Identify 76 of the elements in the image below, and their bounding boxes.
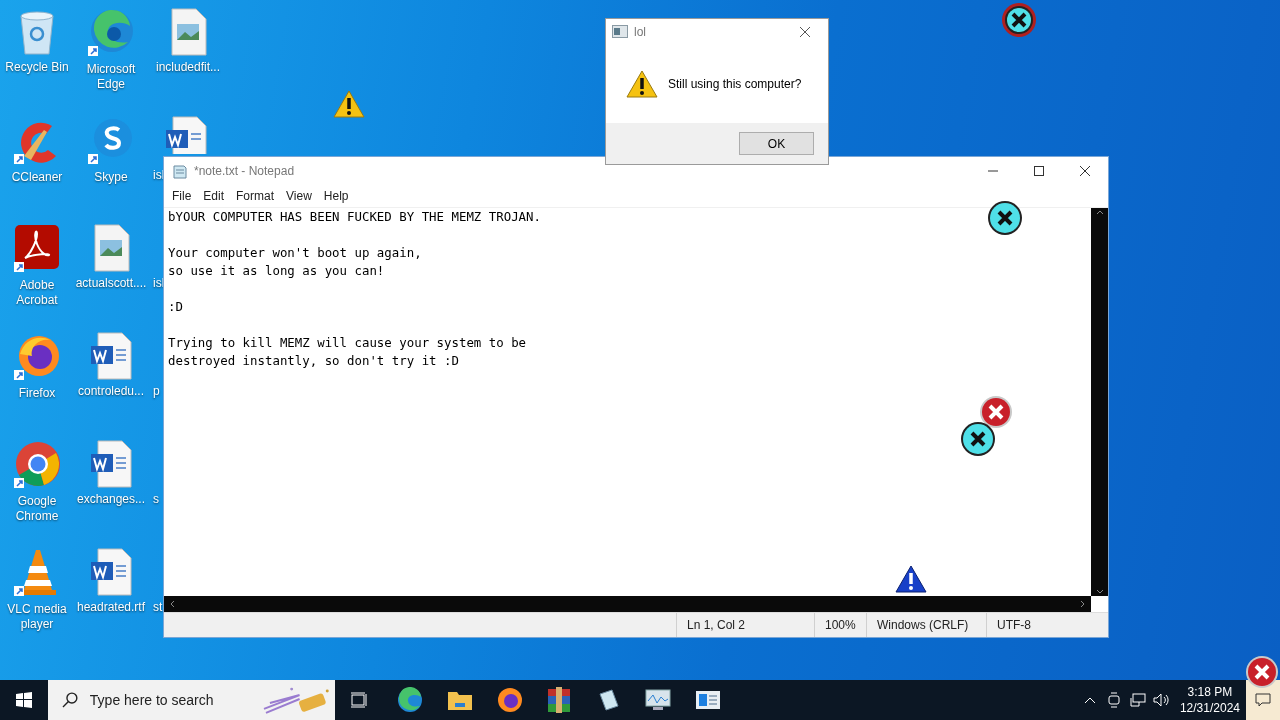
acrobat-icon[interactable] bbox=[12, 224, 62, 274]
menu-item[interactable]: Format bbox=[230, 189, 281, 203]
error-icon bbox=[979, 395, 1013, 429]
icon-label: controledu... bbox=[77, 384, 144, 399]
menu-item[interactable]: File bbox=[166, 189, 198, 203]
books-icon bbox=[547, 687, 571, 713]
word-document-icon[interactable] bbox=[90, 332, 132, 380]
maximize-icon bbox=[1034, 166, 1044, 176]
caret-right-icon[interactable] bbox=[1079, 600, 1087, 608]
search-icon bbox=[62, 692, 78, 708]
error-icon bbox=[987, 200, 1023, 236]
icon-label: VLC media player bbox=[6, 602, 68, 632]
notepad-icon bbox=[172, 163, 188, 179]
icon-label: isl bbox=[153, 168, 165, 183]
volume-icon bbox=[1152, 693, 1171, 707]
icon-label: CCleaner bbox=[11, 170, 63, 185]
search-field[interactable]: Type here to search bbox=[87, 691, 252, 709]
icon-label: Recycle Bin bbox=[5, 60, 69, 75]
image-file-icon[interactable] bbox=[168, 8, 208, 56]
icon-label: Adobe Acrobat bbox=[15, 278, 59, 308]
chrome-icon[interactable] bbox=[12, 440, 62, 490]
caret-down-icon[interactable] bbox=[1095, 588, 1104, 596]
word-document-icon[interactable] bbox=[90, 548, 132, 596]
windows-logo-icon bbox=[16, 692, 32, 708]
status-text: Windows (CRLF) bbox=[866, 613, 986, 637]
document-text[interactable]: bYOUR COMPUTER HAS BEEN FUCKED BY THE MEMZ TROJAN. Your computer won't boot up again, so use it as long as you can! :D Trying to kill MEMZ will cause your system to be destroyed instantly, so don't try it :D bbox=[164, 208, 1091, 596]
window-icon bbox=[612, 25, 628, 38]
icon-label: exchanges... bbox=[76, 492, 145, 507]
warning-icon bbox=[895, 565, 927, 593]
close-icon bbox=[1080, 166, 1090, 176]
chat-bubble-icon bbox=[1255, 693, 1271, 707]
edge-icon[interactable] bbox=[86, 8, 136, 58]
edge-icon bbox=[397, 687, 423, 713]
warning-icon bbox=[626, 69, 658, 98]
folder-icon bbox=[447, 689, 473, 711]
dialog-title: lol bbox=[634, 24, 647, 39]
word-document-icon[interactable] bbox=[165, 116, 209, 154]
status-text: Ln 1, Col 2 bbox=[676, 613, 814, 637]
icon-label: actualscott.... bbox=[75, 276, 147, 291]
icon-label: headrated.rtf bbox=[76, 600, 145, 615]
dialog-message: Still using this computer? bbox=[668, 76, 802, 91]
caret-up-icon[interactable] bbox=[1095, 208, 1104, 216]
firefox-icon bbox=[497, 687, 523, 713]
caret-left-icon[interactable] bbox=[168, 600, 176, 608]
icon-label: isl bbox=[153, 276, 165, 291]
notepad-icon bbox=[596, 688, 620, 712]
ok-button[interactable]: OK bbox=[739, 132, 814, 155]
close-icon bbox=[800, 26, 810, 37]
icon-label: Skype bbox=[94, 170, 128, 185]
menu-item[interactable]: Edit bbox=[197, 189, 231, 203]
warning-icon bbox=[333, 90, 365, 118]
word-document-icon[interactable] bbox=[90, 440, 132, 488]
image-file-icon[interactable] bbox=[91, 224, 131, 272]
app-window-icon bbox=[696, 691, 720, 709]
monitor-icon bbox=[645, 689, 671, 711]
icon-label: p bbox=[153, 384, 160, 399]
task-view-icon bbox=[351, 692, 369, 708]
error-icon bbox=[1001, 2, 1037, 38]
error-icon bbox=[1245, 655, 1279, 689]
icon-label: Google Chrome bbox=[14, 494, 60, 524]
menu-item[interactable]: View bbox=[280, 189, 318, 203]
window-title: *note.txt - Notepad bbox=[194, 164, 296, 178]
menu-item[interactable]: Help bbox=[317, 189, 355, 203]
icon-label: Firefox bbox=[18, 386, 56, 401]
status-text: UTF-8 bbox=[986, 613, 1108, 637]
chevron-up-icon bbox=[1083, 696, 1096, 704]
status-text: 100% bbox=[814, 613, 866, 637]
icon-label: Microsoft Edge bbox=[85, 62, 137, 92]
icon-label: s bbox=[153, 492, 159, 507]
network-icon bbox=[1129, 693, 1146, 707]
search-box[interactable]: Type here to search bbox=[48, 680, 335, 720]
camera-icon bbox=[1106, 692, 1121, 708]
error-icon bbox=[960, 421, 996, 457]
clock[interactable]: 3:18 PM 12/31/2024 bbox=[1173, 680, 1246, 720]
icon-label: includedfit... bbox=[155, 60, 220, 75]
icon-label: st bbox=[153, 600, 163, 615]
